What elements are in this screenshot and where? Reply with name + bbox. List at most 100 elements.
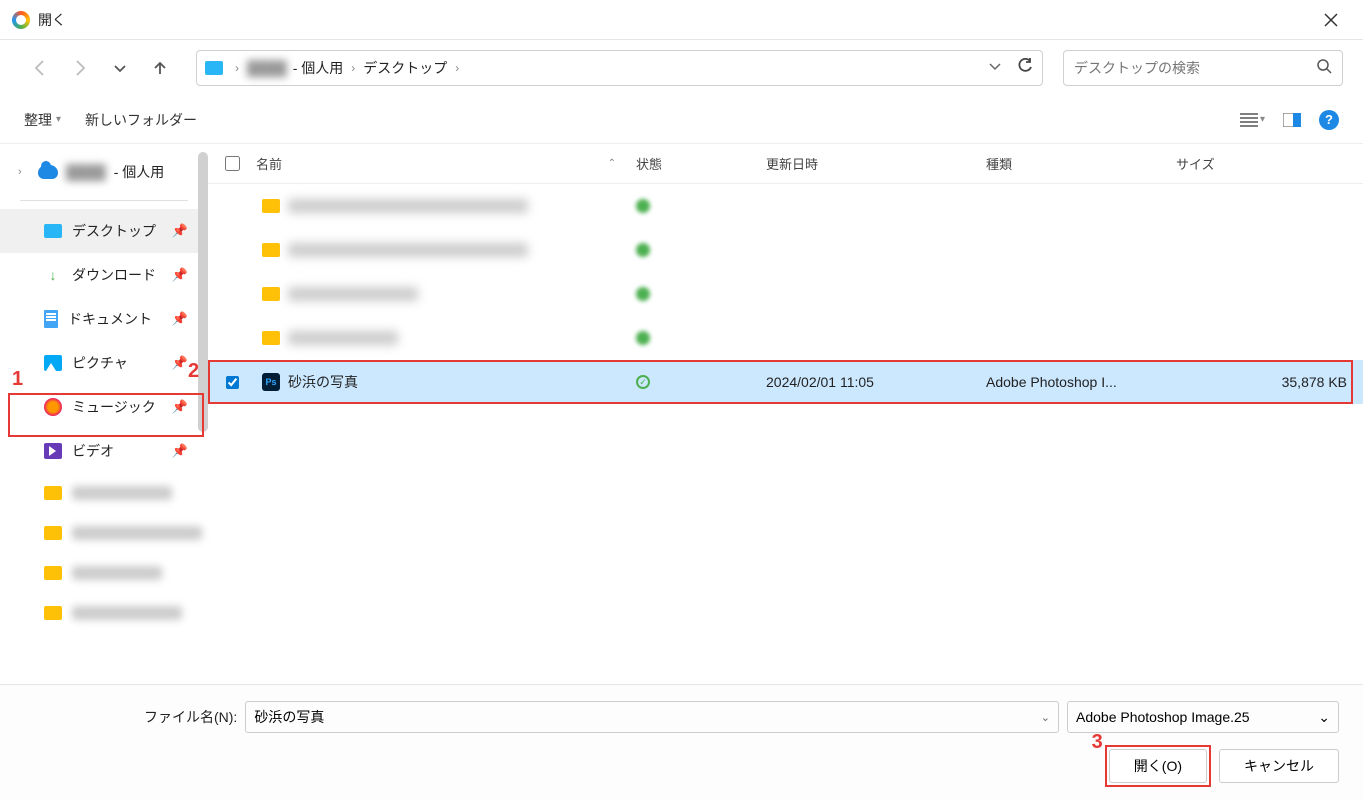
desktop-icon (44, 224, 62, 238)
file-size: 35,878 KB (1176, 374, 1363, 390)
file-row-selected[interactable]: Ps 砂浜の写真 ✓ 2024/02/01 11:05 Adobe Photos… (208, 360, 1363, 404)
file-row-blurred[interactable] (208, 228, 1363, 272)
chevron-down-icon[interactable]: ⌄ (1041, 711, 1050, 724)
organize-menu[interactable]: 整理▾ (24, 110, 61, 130)
folder-icon (262, 331, 280, 345)
sidebar-item-downloads[interactable]: ↓ ダウンロード 📌 (0, 253, 208, 297)
file-row-blurred[interactable] (208, 316, 1363, 360)
sidebar-item-music[interactable]: ミュージック 📌 (0, 385, 208, 429)
column-type[interactable]: 種類 (986, 154, 1176, 173)
footer: ファイル名(N): 砂浜の写真 ⌄ Adobe Photoshop Image.… (0, 684, 1363, 800)
pictures-icon (44, 355, 62, 371)
open-button[interactable]: 開く(O) (1109, 749, 1207, 783)
file-row-blurred[interactable] (208, 184, 1363, 228)
expand-icon: › (18, 166, 30, 178)
pin-icon[interactable]: 📌 (172, 399, 188, 415)
pin-icon[interactable]: 📌 (172, 267, 188, 283)
sidebar-item-documents[interactable]: ドキュメント 📌 (0, 297, 208, 341)
forward-button[interactable] (64, 52, 96, 84)
sidebar-item-blurred[interactable] (0, 513, 208, 553)
help-button[interactable]: ? (1319, 110, 1339, 130)
up-button[interactable] (144, 52, 176, 84)
sidebar-item-pictures[interactable]: ピクチャ 📌 (0, 341, 208, 385)
recent-dropdown[interactable] (104, 52, 136, 84)
filetype-select[interactable]: Adobe Photoshop Image.25 ⌄ (1067, 701, 1339, 733)
annotation-3: 3 (1092, 731, 1103, 754)
status-icon (636, 287, 650, 301)
address-bar[interactable]: › ████ - 個人用 › デスクトップ › (196, 50, 1043, 86)
search-icon (1316, 58, 1332, 79)
annotation-1: 1 (12, 368, 23, 391)
pin-icon[interactable]: 📌 (172, 223, 188, 239)
onedrive-icon (38, 165, 58, 179)
chevron-right-icon: › (233, 61, 241, 75)
file-pane: 名前⌃ 状態 更新日時 種類 サイズ (208, 144, 1363, 684)
preview-pane-button[interactable] (1283, 113, 1301, 127)
filename-input[interactable]: 砂浜の写真 ⌄ (245, 701, 1059, 733)
refresh-button[interactable] (1016, 57, 1034, 80)
file-type: Adobe Photoshop I... (986, 374, 1176, 390)
search-input[interactable] (1074, 60, 1316, 76)
chevron-right-icon: › (453, 61, 461, 75)
close-icon (1324, 13, 1338, 27)
chevron-right-icon: › (349, 61, 357, 75)
column-status[interactable]: 状態 (636, 154, 766, 173)
document-icon (44, 310, 58, 328)
folder-icon (262, 243, 280, 257)
sidebar-item-blurred[interactable] (0, 593, 208, 633)
status-synced-icon: ✓ (636, 375, 650, 389)
column-name[interactable]: 名前⌃ (256, 154, 636, 173)
search-box[interactable] (1063, 50, 1343, 86)
music-icon (44, 398, 62, 416)
breadcrumb-personal[interactable]: - 個人用 (293, 58, 344, 78)
sidebar-item-videos[interactable]: ビデオ 📌 (0, 429, 208, 473)
pin-icon[interactable]: 📌 (172, 311, 188, 327)
folder-icon (44, 606, 62, 620)
panel-icon (1283, 113, 1301, 127)
folder-icon (44, 566, 62, 580)
status-icon (636, 199, 650, 213)
breadcrumb-user[interactable]: ████ (247, 60, 287, 76)
cancel-button[interactable]: キャンセル (1219, 749, 1339, 783)
file-name: 砂浜の写真 (288, 372, 358, 392)
sidebar-item-blurred[interactable] (0, 473, 208, 513)
sidebar-item-blurred[interactable] (0, 553, 208, 593)
download-icon: ↓ (44, 266, 62, 284)
app-icon (12, 11, 30, 29)
window-title: 開く (38, 10, 66, 30)
column-headers: 名前⌃ 状態 更新日時 種類 サイズ (208, 144, 1363, 184)
new-folder-button[interactable]: 新しいフォルダー (85, 110, 197, 130)
folder-icon (44, 486, 62, 500)
folder-icon (262, 199, 280, 213)
pin-icon[interactable]: 📌 (172, 443, 188, 459)
photoshop-icon: Ps (262, 373, 280, 391)
select-all-checkbox[interactable] (225, 156, 240, 171)
video-icon (44, 443, 62, 459)
status-icon (636, 243, 650, 257)
column-date[interactable]: 更新日時 (766, 154, 986, 173)
toolbar: 整理▾ 新しいフォルダー ▾ ? (0, 96, 1363, 144)
back-button[interactable] (24, 52, 56, 84)
row-checkbox[interactable] (226, 376, 239, 389)
tree-onedrive[interactable]: › ████ - 個人用 (0, 152, 208, 192)
breadcrumb-desktop[interactable]: デスクトップ (363, 58, 447, 78)
chevron-down-icon: ⌄ (1318, 709, 1330, 726)
pin-icon[interactable]: 📌 (172, 355, 188, 371)
folder-icon (262, 287, 280, 301)
file-date: 2024/02/01 11:05 (766, 374, 986, 390)
divider (20, 200, 188, 201)
nav-row: › ████ - 個人用 › デスクトップ › (0, 40, 1363, 96)
address-dropdown[interactable] (988, 59, 1002, 78)
sidebar-item-desktop[interactable]: デスクトップ 📌 (0, 209, 208, 253)
close-button[interactable] (1311, 0, 1351, 40)
status-icon (636, 331, 650, 345)
annotation-2: 2 (188, 360, 199, 383)
main-area: › ████ - 個人用 1 デスクトップ 📌 ↓ ダウンロード 📌 ドキュメン… (0, 144, 1363, 684)
scrollbar[interactable] (198, 152, 208, 432)
monitor-icon (205, 61, 223, 75)
folder-icon (44, 526, 62, 540)
list-icon (1240, 113, 1258, 127)
view-mode-button[interactable]: ▾ (1240, 113, 1265, 127)
column-size[interactable]: サイズ (1176, 154, 1363, 173)
file-row-blurred[interactable] (208, 272, 1363, 316)
